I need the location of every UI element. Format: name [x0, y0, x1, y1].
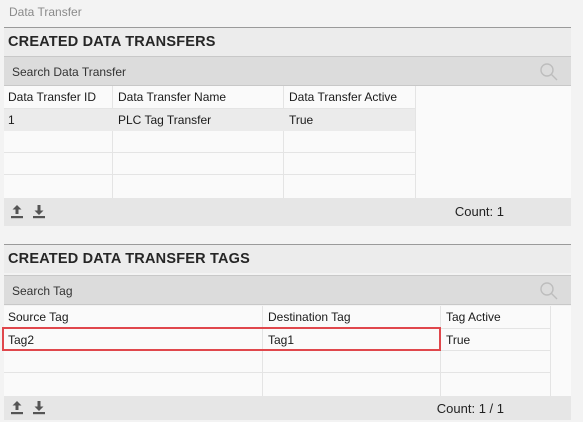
transfers-title-text: CREATED DATA TRANSFERS: [8, 34, 216, 50]
column-header-data-transfer-active[interactable]: Data Transfer Active: [285, 86, 415, 108]
tags-table: Source Tag Destination Tag Tag Active Ta…: [4, 306, 571, 396]
column-header-tag-active[interactable]: Tag Active: [442, 306, 550, 328]
cell-destination-tag: Tag1: [268, 333, 295, 347]
cell-transfer-name: PLC Tag Transfer: [118, 113, 212, 127]
column-header-source-tag[interactable]: Source Tag: [4, 306, 262, 328]
upload-icon[interactable]: [10, 400, 24, 420]
tags-title-text: CREATED DATA TRANSFER TAGS: [8, 251, 251, 267]
transfers-footer: Count: 1: [4, 198, 571, 226]
tags-footer: Count: 1 / 1: [4, 396, 571, 420]
breadcrumb-label: Data Transfer: [9, 5, 82, 19]
tags-header-row: Source Tag Destination Tag Tag Active: [4, 306, 550, 328]
column-header-data-transfer-id[interactable]: Data Transfer ID: [4, 86, 112, 108]
transfers-count: Count: 1: [454, 204, 504, 219]
transfers-header-row: Data Transfer ID Data Transfer Name Data…: [4, 86, 415, 108]
column-header-destination-tag[interactable]: Destination Tag: [264, 306, 440, 328]
table-row[interactable]: 1 PLC Tag Transfer True: [4, 109, 415, 131]
tags-search-input[interactable]: [10, 280, 514, 302]
transfers-table: Data Transfer ID Data Transfer Name Data…: [4, 86, 571, 198]
cell-source-tag: Tag2: [8, 333, 35, 347]
download-icon[interactable]: [32, 400, 46, 420]
tags-count: Count: 1 / 1: [436, 401, 504, 416]
column-header-data-transfer-name[interactable]: Data Transfer Name: [114, 86, 283, 108]
search-icon[interactable]: [539, 62, 559, 87]
download-icon[interactable]: [32, 204, 46, 224]
cell-transfer-active: True: [289, 113, 314, 127]
tags-search-bar: [4, 275, 571, 305]
upload-icon[interactable]: [10, 204, 24, 224]
breadcrumb: Data Transfer: [0, 0, 583, 26]
cell-transfer-id: 1: [8, 113, 15, 127]
transfers-section-title: CREATED DATA TRANSFERS: [4, 27, 571, 56]
transfers-search-input[interactable]: [10, 61, 514, 83]
table-row[interactable]: Tag2 Tag1 True: [4, 329, 550, 351]
transfers-search-bar: [4, 56, 571, 86]
tags-section-title: CREATED DATA TRANSFER TAGS: [4, 244, 571, 273]
search-icon[interactable]: [539, 281, 559, 306]
cell-tag-active: True: [446, 333, 471, 347]
